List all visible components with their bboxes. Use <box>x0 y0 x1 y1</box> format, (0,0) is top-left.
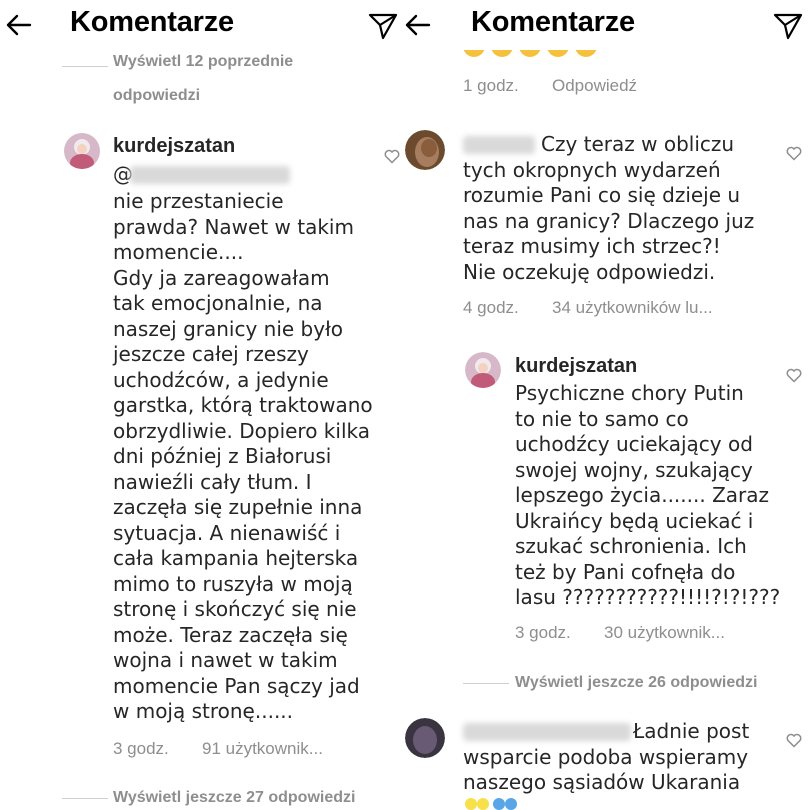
view-more-replies-button[interactable]: Wyświetl jeszcze 27 odpowiedzi <box>113 782 355 810</box>
comment-text: nie przestaniecie prawda? Nawet w takim … <box>113 189 373 723</box>
send-icon[interactable] <box>367 11 399 41</box>
avatar[interactable] <box>405 130 445 170</box>
reply-text: Psychiczne chory Putin to nie to samo co… <box>515 381 781 609</box>
comment-time: 1 godz. <box>463 76 519 95</box>
heart-emoji-icon <box>465 798 517 810</box>
page-title: Komentarze <box>70 6 234 38</box>
avatar[interactable] <box>465 352 501 388</box>
view-more-replies-button[interactable]: Wyświetl jeszcze 26 odpowiedzi <box>515 667 757 699</box>
divider-line <box>62 798 108 799</box>
reply-button[interactable]: Odpowiedź <box>552 76 637 96</box>
reply-username[interactable]: kurdejszatan <box>515 355 637 378</box>
send-icon[interactable] <box>772 11 804 41</box>
right-comments-screen: Komentarze 1 godz. Odpowiedź Czy teraz w… <box>405 0 810 810</box>
header: Komentarze <box>405 0 810 50</box>
comment-text: Ładnie post wsparcie podoba wspieramy na… <box>463 719 750 794</box>
like-heart-icon[interactable] <box>384 149 400 164</box>
left-comments-screen: Komentarze Wyświetl 12 poprzednie odpowi… <box>0 0 405 810</box>
view-previous-replies-label[interactable]: odpowiedzi <box>113 80 200 112</box>
comment-time: 4 godz. <box>463 298 519 317</box>
divider-line <box>463 683 509 684</box>
avatar[interactable] <box>64 133 100 169</box>
comment-time: 3 godz. <box>113 739 169 758</box>
like-heart-icon[interactable] <box>786 146 802 161</box>
view-previous-replies-button[interactable]: Wyświetl 12 poprzednie <box>113 50 293 74</box>
comment-username[interactable]: kurdejszatan <box>113 135 235 158</box>
back-arrow-icon[interactable] <box>2 8 36 42</box>
divider-line <box>62 66 108 67</box>
reply-time: 3 godz. <box>515 623 571 642</box>
reply-likes[interactable]: 30 użytkownik... <box>604 623 725 643</box>
header: Komentarze <box>0 0 405 50</box>
avatar[interactable] <box>405 718 445 758</box>
comment-likes[interactable]: 91 użytkownik... <box>202 739 323 759</box>
page-title: Komentarze <box>471 6 635 38</box>
redacted-mention <box>130 166 290 184</box>
comment-text: Czy teraz w obliczu tych okropnych wydar… <box>463 132 755 284</box>
like-heart-icon[interactable] <box>786 733 802 748</box>
comment-likes[interactable]: 34 użytkowników lu... <box>552 298 713 318</box>
back-arrow-icon[interactable] <box>405 8 435 42</box>
